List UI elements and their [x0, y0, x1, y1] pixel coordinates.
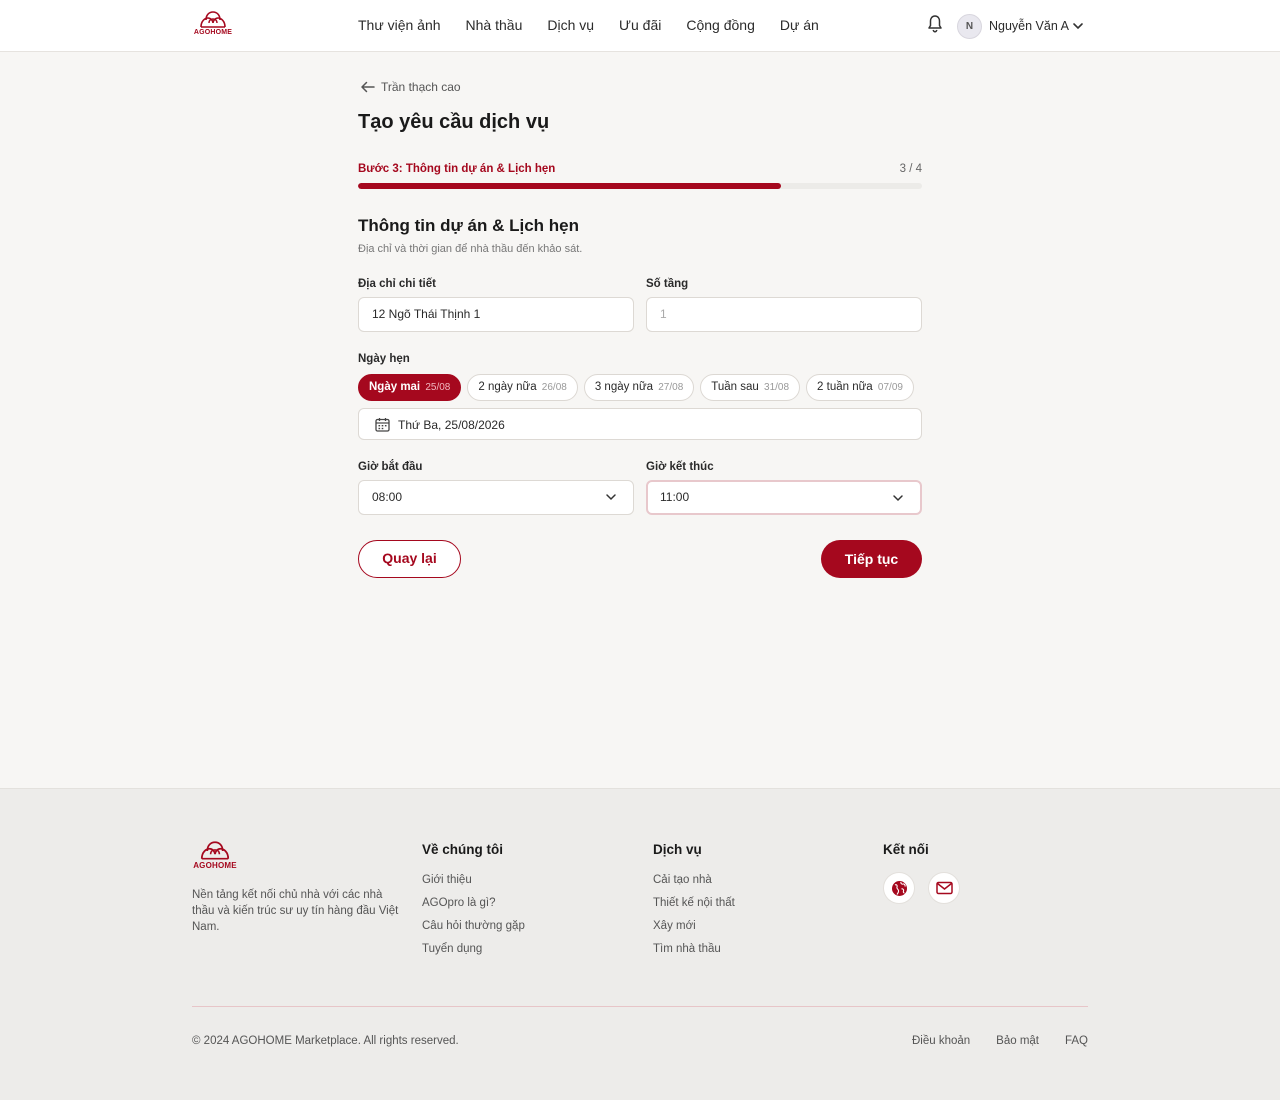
nav-item-deals[interactable]: Ưu đãi [619, 17, 661, 33]
date-chip-3-days[interactable]: 3 ngày nữa 27/08 [583, 374, 695, 401]
chevron-down-icon [606, 494, 616, 501]
footer-link[interactable]: Xây mới [653, 920, 735, 932]
footer-connect-title: Kết nối [883, 842, 929, 857]
back-link-label: Trần thạch cao [381, 80, 461, 94]
nav-item-contractors[interactable]: Nhà thầu [466, 17, 523, 33]
start-time-select[interactable]: 08:00 [358, 480, 634, 515]
section-title: Thông tin dự án & Lịch hẹn [358, 216, 580, 235]
footer-link[interactable]: Cải tạo nhà [653, 874, 735, 886]
address-label: Địa chỉ chi tiết [358, 278, 436, 290]
back-button[interactable]: Quay lại [358, 540, 461, 578]
start-time-label: Giờ bắt đầu [358, 461, 423, 473]
floors-input[interactable]: 1 [646, 297, 922, 332]
footer-link[interactable]: Tìm nhà thầu [653, 943, 735, 955]
logo-mark-icon [200, 11, 226, 28]
main-nav: Thư viện ảnh Nhà thầu Dịch vụ Ưu đãi Cộn… [358, 17, 844, 33]
chevron-down-icon [893, 495, 903, 502]
page-title: Tạo yêu cầu dịch vụ [358, 111, 550, 133]
bell-icon[interactable] [926, 14, 944, 34]
agohome-logo[interactable]: AGOHOME [192, 10, 234, 42]
footer-about-title: Về chúng tôi [422, 842, 503, 857]
footer-description: Nền tảng kết nối chủ nhà với các nhà thầ… [192, 889, 399, 933]
chevron-down-icon[interactable] [1071, 19, 1085, 33]
chip-date: 27/08 [658, 382, 684, 393]
nav-item-community[interactable]: Cộng đồng [686, 17, 755, 33]
date-chip-next-week[interactable]: Tuần sau 31/08 [700, 374, 801, 401]
user-name[interactable]: Nguyễn Văn A [989, 19, 1069, 33]
chip-label: Ngày mai [369, 381, 421, 393]
logo-text: AGOHOME [193, 861, 237, 870]
footer-logo[interactable]: AGOHOME [192, 840, 238, 874]
address-input[interactable]: 12 Ngõ Thái Thịnh 1 [358, 297, 634, 332]
globe-button[interactable] [883, 872, 915, 904]
footer-link[interactable]: Tuyển dụng [422, 943, 525, 955]
globe-icon [891, 880, 907, 896]
date-chip-tomorrow[interactable]: Ngày mai 25/08 [358, 374, 462, 401]
footer: AGOHOME Nền tảng kết nối chủ nhà với các… [0, 788, 1280, 1100]
date-value: Thứ Ba, 25/08/2026 [398, 418, 505, 432]
continue-button[interactable]: Tiếp tục [821, 540, 922, 578]
chip-label: Tuần sau [711, 381, 759, 393]
footer-bottom-links: Điều khoản Bảo mật FAQ [912, 1035, 1088, 1047]
chip-label: 2 tuần nữa [817, 381, 873, 393]
footer-divider [192, 1006, 1088, 1007]
logo-text: AGOHOME [193, 29, 233, 36]
chip-date: 25/08 [425, 382, 451, 393]
footer-link[interactable]: Thiết kế nội thất [653, 897, 735, 909]
nav-item-services[interactable]: Dịch vụ [547, 17, 594, 33]
top-header: AGOHOME Thư viện ảnh Nhà thầu Dịch vụ Ưu… [0, 0, 1280, 52]
step-label: Bước 3: Thông tin dự án & Lịch hẹn [358, 163, 556, 175]
chip-date: 07/09 [877, 382, 903, 393]
terms-link[interactable]: Điều khoản [912, 1035, 970, 1047]
date-chips: Ngày mai 25/08 2 ngày nữa 26/08 3 ngày n… [358, 374, 914, 401]
end-time-value: 11:00 [660, 490, 690, 504]
footer-link[interactable]: Câu hỏi thường gặp [422, 920, 525, 932]
chip-label: 2 ngày nữa [478, 381, 537, 393]
floors-label: Số tầng [646, 278, 689, 290]
avatar[interactable]: N [957, 14, 982, 39]
back-link[interactable]: Trần thạch cao [360, 80, 461, 94]
progress-bar [358, 183, 922, 189]
footer-services: Dịch vụ Cải tạo nhà Thiết kế nội thất Xâ… [653, 842, 735, 966]
footer-about: Về chúng tôi Giới thiệu AGOpro là gì? Câ… [422, 842, 525, 966]
logo-mark-icon [200, 841, 230, 860]
section-subtitle: Địa chỉ và thời gian để nhà thầu đến khả… [358, 243, 583, 255]
copyright: © 2024 AGOHOME Marketplace. All rights r… [192, 1035, 459, 1047]
footer-link[interactable]: AGOpro là gì? [422, 897, 525, 909]
end-time-label: Giờ kết thúc [646, 461, 714, 473]
date-label: Ngày hẹn [358, 353, 410, 365]
chip-label: 3 ngày nữa [594, 381, 654, 393]
step-count: 3 / 4 [899, 163, 922, 175]
faq-link[interactable]: FAQ [1065, 1035, 1088, 1047]
start-time-value: 08:00 [372, 490, 403, 504]
calendar-icon [375, 418, 390, 432]
date-chip-2-weeks[interactable]: 2 tuần nữa 07/09 [806, 374, 914, 401]
mail-button[interactable] [928, 872, 960, 904]
arrow-left-icon [361, 81, 375, 93]
nav-item-projects[interactable]: Dự án [780, 17, 819, 33]
chip-date: 31/08 [764, 382, 790, 393]
mail-icon [935, 881, 953, 895]
progress-fill [358, 183, 781, 189]
nav-item-gallery[interactable]: Thư viện ảnh [358, 17, 441, 33]
footer-link[interactable]: Giới thiệu [422, 874, 525, 886]
end-time-select[interactable]: 11:00 [646, 480, 922, 515]
footer-connect: Kết nối [883, 842, 929, 874]
date-picker-input[interactable]: Thứ Ba, 25/08/2026 [358, 408, 922, 440]
privacy-link[interactable]: Bảo mật [996, 1035, 1039, 1047]
footer-services-title: Dịch vụ [653, 842, 702, 857]
date-chip-2-days[interactable]: 2 ngày nữa 26/08 [467, 374, 578, 401]
chip-date: 26/08 [541, 382, 567, 393]
